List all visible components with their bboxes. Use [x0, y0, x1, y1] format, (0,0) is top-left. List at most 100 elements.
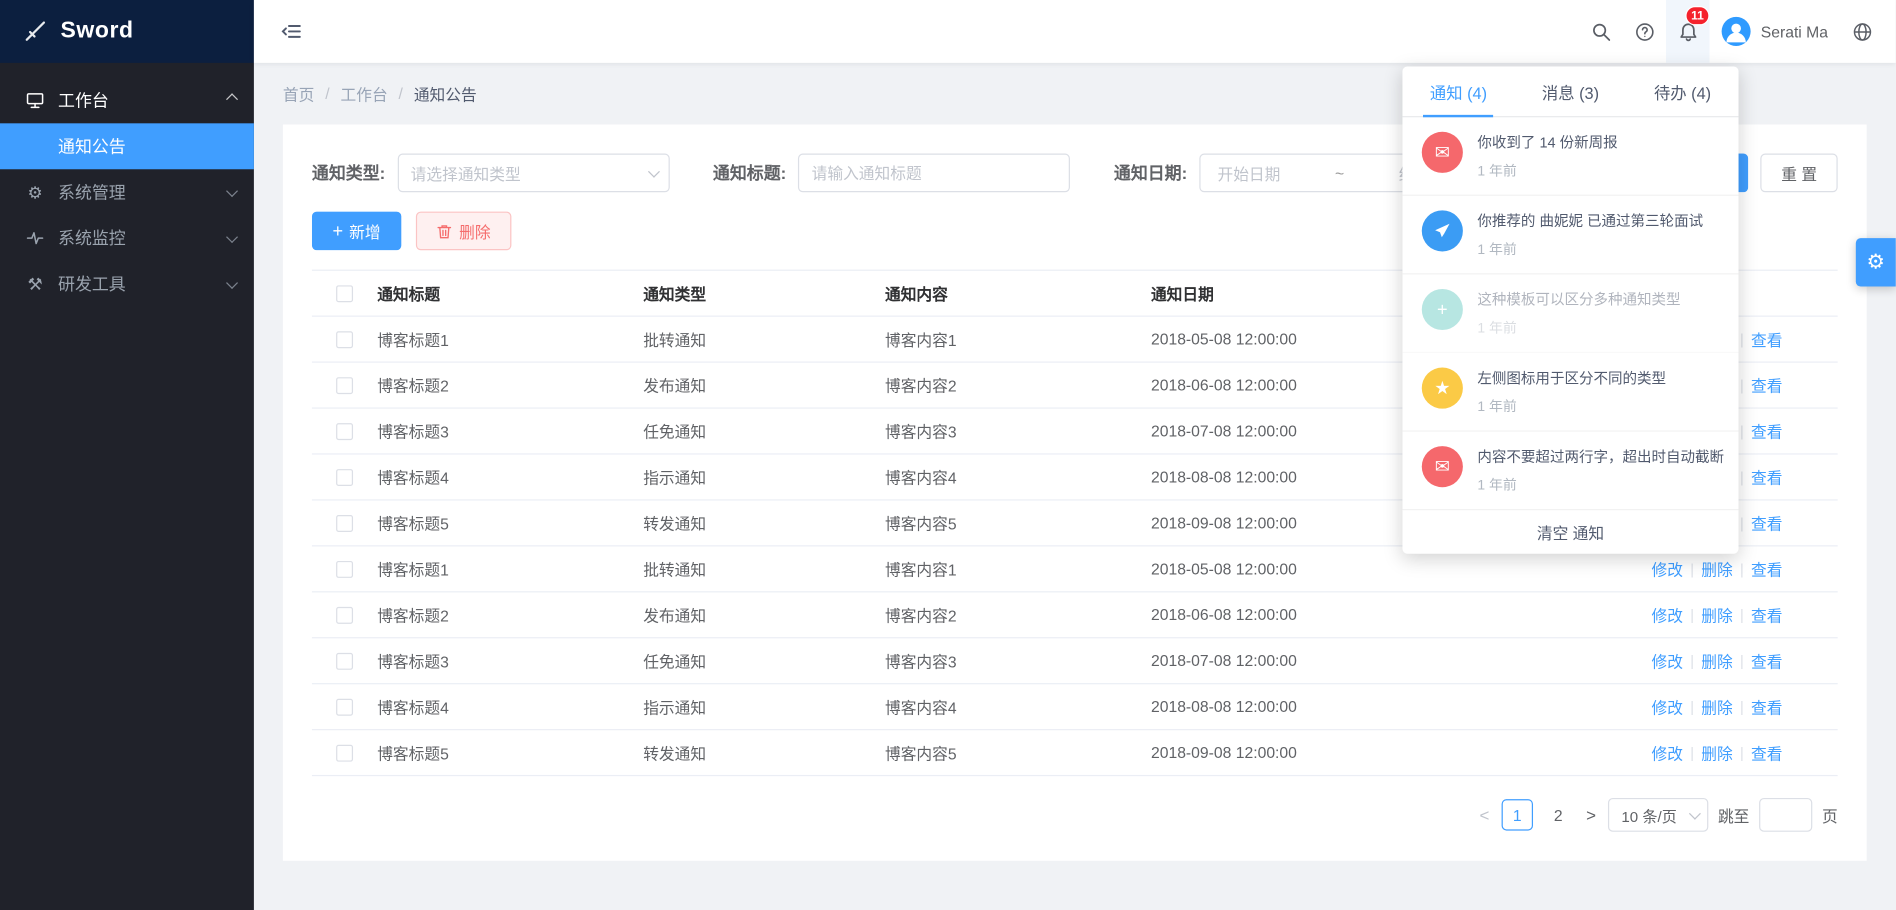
theme-settings-button[interactable]: ⚙: [1856, 238, 1896, 286]
notification-time: 1 年前: [1477, 397, 1728, 416]
sidebar-item-system[interactable]: ⚙ 系统管理: [0, 169, 254, 215]
delete-link[interactable]: 删除: [1701, 603, 1732, 626]
notice-type-select[interactable]: 请选择通知类型: [397, 154, 669, 193]
notification-title: 你推荐的 曲妮妮 已通过第三轮面试: [1477, 210, 1728, 231]
cell-notice-content: 博客内容2: [885, 603, 1151, 626]
delete-link[interactable]: 删除: [1701, 557, 1732, 580]
view-link[interactable]: 查看: [1751, 557, 1782, 580]
cell-notice-type: 指示通知: [643, 465, 885, 488]
row-checkbox[interactable]: [336, 468, 353, 485]
reset-button[interactable]: 重 置: [1761, 154, 1838, 193]
view-link[interactable]: 查看: [1751, 741, 1782, 764]
action-divider: |: [1690, 560, 1694, 577]
delete-link[interactable]: 删除: [1701, 695, 1732, 718]
row-checkbox[interactable]: [336, 514, 353, 531]
row-checkbox[interactable]: [336, 331, 353, 348]
sidebar-item-workbench[interactable]: 工作台: [0, 77, 254, 123]
chevron-up-icon: [226, 93, 238, 105]
notice-title-input[interactable]: [798, 154, 1070, 193]
sidebar-subitem-label: 通知公告: [58, 134, 126, 158]
tools-icon: ⚒: [24, 274, 46, 295]
cell-notice-title: 博客标题2: [377, 603, 643, 626]
row-checkbox[interactable]: [336, 560, 353, 577]
view-link[interactable]: 查看: [1751, 374, 1782, 397]
table-row: 博客标题5 转发通知 博客内容5 2018-09-08 12:00:00 修改 …: [312, 730, 1838, 776]
row-checkbox[interactable]: [336, 744, 353, 761]
view-link[interactable]: 查看: [1751, 511, 1782, 534]
jump-page-input[interactable]: [1759, 798, 1812, 832]
view-link[interactable]: 查看: [1751, 420, 1782, 443]
cell-notice-type: 指示通知: [643, 695, 885, 718]
sidebar-item-notice[interactable]: 通知公告: [0, 123, 254, 169]
chevron-down-icon: [226, 185, 238, 197]
edit-link[interactable]: 修改: [1651, 741, 1682, 764]
user-menu[interactable]: Serati Ma: [1710, 0, 1840, 63]
cell-notice-date: 2018-07-08 12:00:00: [1151, 652, 1652, 670]
select-all-checkbox[interactable]: [336, 285, 353, 302]
sidebar-item-devtools[interactable]: ⚒ 研发工具: [0, 261, 254, 307]
clear-notifications-button[interactable]: 清空 通知: [1402, 510, 1738, 554]
send-icon: [1422, 210, 1463, 251]
cell-notice-date: 2018-06-08 12:00:00: [1151, 606, 1652, 624]
edit-link[interactable]: 修改: [1651, 557, 1682, 580]
delete-link[interactable]: 删除: [1701, 741, 1732, 764]
row-checkbox[interactable]: [336, 698, 353, 715]
table-row: 博客标题4 指示通知 博客内容4 2018-08-08 12:00:00 修改 …: [312, 684, 1838, 730]
edit-link[interactable]: 修改: [1651, 603, 1682, 626]
notification-item[interactable]: ✉ 你收到了 14 份新周报 1 年前: [1402, 117, 1738, 196]
cell-notice-date: 2018-05-08 12:00:00: [1151, 560, 1652, 578]
row-checkbox[interactable]: [336, 423, 353, 440]
tab-todos[interactable]: 待办 (4): [1627, 66, 1739, 116]
trash-icon: [436, 223, 452, 239]
workbench-icon: [24, 91, 46, 110]
notification-item-read[interactable]: + 这种模板可以区分多种通知类型 1 年前: [1402, 274, 1738, 353]
globe-icon[interactable]: [1840, 0, 1884, 63]
sidebar-item-monitor[interactable]: 系统监控: [0, 215, 254, 261]
notification-item[interactable]: ★ 左侧图标用于区分不同的类型 1 年前: [1402, 353, 1738, 432]
prev-page-icon[interactable]: <: [1477, 805, 1492, 824]
notification-item[interactable]: ✉ 内容不要超过两行字，超出时自动截断 1 年前: [1402, 432, 1738, 511]
edit-link[interactable]: 修改: [1651, 649, 1682, 672]
notification-time: 1 年前: [1477, 475, 1728, 494]
view-link[interactable]: 查看: [1751, 328, 1782, 351]
next-page-icon[interactable]: >: [1584, 805, 1599, 824]
chevron-down-icon: [226, 230, 238, 242]
tab-messages[interactable]: 消息 (3): [1514, 66, 1626, 116]
edit-link[interactable]: 修改: [1651, 695, 1682, 718]
notification-title: 这种模板可以区分多种通知类型: [1477, 289, 1728, 310]
tab-notifications[interactable]: 通知 (4): [1402, 66, 1514, 116]
page-size-select[interactable]: 10 条/页: [1608, 798, 1708, 832]
view-link[interactable]: 查看: [1751, 649, 1782, 672]
breadcrumb-home[interactable]: 首页: [283, 82, 314, 105]
notification-item[interactable]: 你推荐的 曲妮妮 已通过第三轮面试 1 年前: [1402, 196, 1738, 275]
notifications-bell-icon[interactable]: 11: [1666, 0, 1710, 63]
row-checkbox[interactable]: [336, 652, 353, 669]
notification-title: 左侧图标用于区分不同的类型: [1477, 368, 1728, 389]
top-header: 11 Serati Ma: [254, 0, 1896, 63]
breadcrumb-workbench[interactable]: 工作台: [341, 82, 388, 105]
view-link[interactable]: 查看: [1751, 603, 1782, 626]
cell-notice-content: 博客内容2: [885, 374, 1151, 397]
delete-link[interactable]: 删除: [1701, 649, 1732, 672]
start-date-placeholder: 开始日期: [1217, 161, 1280, 184]
search-icon[interactable]: [1579, 0, 1623, 63]
cell-notice-date: 2018-09-08 12:00:00: [1151, 744, 1652, 762]
cell-notice-type: 批转通知: [643, 557, 885, 580]
page-number-1[interactable]: 1: [1501, 799, 1532, 830]
logo[interactable]: Sword: [0, 0, 254, 63]
help-icon[interactable]: [1623, 0, 1667, 63]
cell-notice-type: 发布通知: [643, 374, 885, 397]
cell-notice-content: 博客内容5: [885, 741, 1151, 764]
view-link[interactable]: 查看: [1751, 695, 1782, 718]
row-checkbox[interactable]: [336, 606, 353, 623]
row-checkbox[interactable]: [336, 377, 353, 394]
sidebar-collapse-icon[interactable]: [276, 16, 307, 47]
delete-button[interactable]: 删除: [416, 212, 512, 251]
sidebar-item-label: 工作台: [58, 88, 226, 112]
cell-notice-content: 博客内容5: [885, 511, 1151, 534]
add-button[interactable]: +新增: [312, 212, 401, 251]
column-header-content: 通知内容: [885, 282, 1151, 305]
cell-notice-type: 批转通知: [643, 328, 885, 351]
page-number-2[interactable]: 2: [1543, 799, 1574, 830]
view-link[interactable]: 查看: [1751, 465, 1782, 488]
